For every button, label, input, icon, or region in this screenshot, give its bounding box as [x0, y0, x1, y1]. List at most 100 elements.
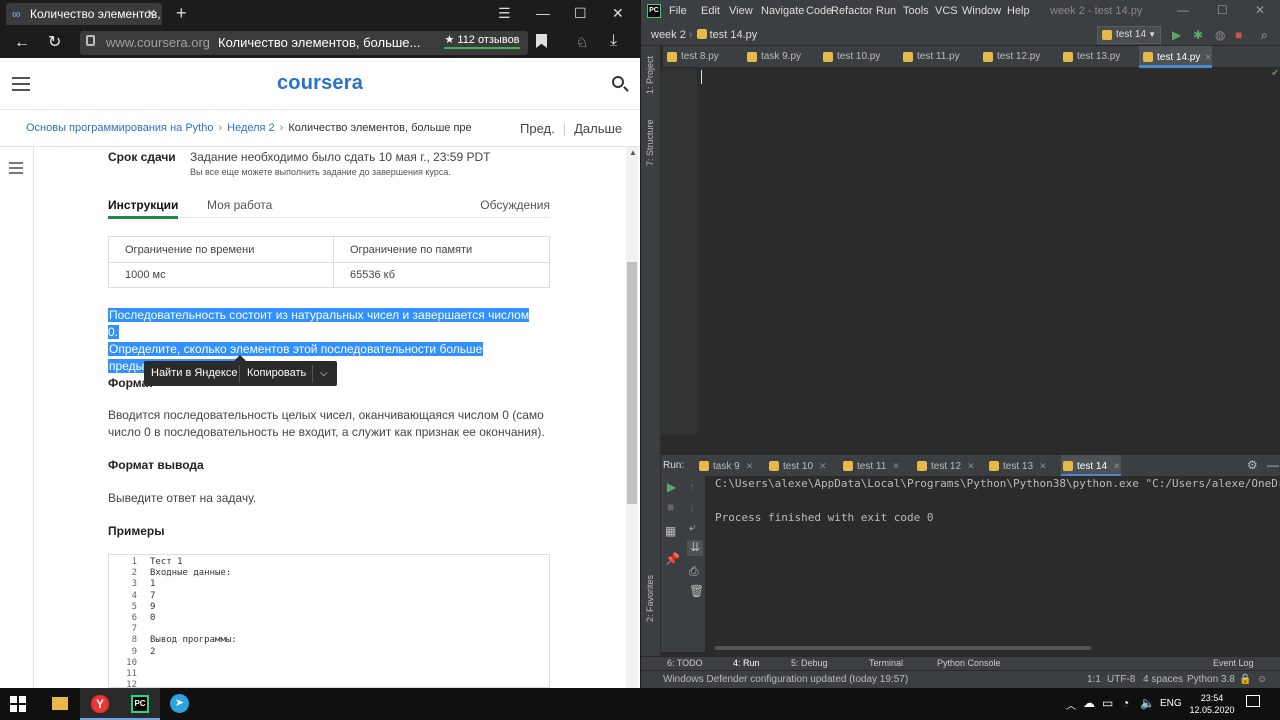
- todo-tool-button[interactable]: 6: TODO: [667, 658, 703, 668]
- code-editor[interactable]: [697, 68, 1280, 434]
- editor-tab[interactable]: test 11.py: [899, 46, 960, 68]
- close-tab-icon[interactable]: ✕: [1204, 52, 1212, 62]
- scroll-up-icon[interactable]: ↑: [689, 480, 695, 494]
- bookmark-icon[interactable]: [536, 34, 547, 48]
- breadcrumb-week[interactable]: Неделя 2: [227, 122, 275, 134]
- gear-icon[interactable]: ⚙: [1247, 458, 1258, 472]
- close-tab-icon[interactable]: ✕: [819, 461, 827, 471]
- maximize-icon[interactable]: ☐: [1217, 3, 1228, 17]
- search-icon[interactable]: ⌕: [1261, 28, 1268, 42]
- scroll-up-icon[interactable]: ▲: [629, 148, 637, 157]
- menu-item-help[interactable]: Help: [1007, 5, 1030, 17]
- run-tab[interactable]: test 10 ✕: [767, 455, 827, 477]
- scroll-down-icon[interactable]: ↓: [689, 500, 695, 514]
- menu-item-file[interactable]: File: [669, 5, 687, 17]
- project-tool-button[interactable]: 1: Project: [645, 56, 655, 94]
- python-console-tool-button[interactable]: Python Console: [937, 658, 1001, 668]
- editor-tab[interactable]: test 14.py ✕: [1139, 46, 1212, 68]
- tray-chevron-up-icon[interactable]: ︿: [1066, 697, 1076, 712]
- tab-instructions[interactable]: Инструкции: [108, 198, 179, 219]
- minimize-icon[interactable]: —: [1177, 3, 1189, 17]
- run-tab[interactable]: test 13 ✕: [987, 455, 1047, 477]
- new-tab-button[interactable]: +: [176, 4, 187, 22]
- coverage-icon[interactable]: ◍: [1215, 28, 1225, 42]
- close-window-icon[interactable]: ✕: [1255, 3, 1265, 17]
- menu-item-edit[interactable]: Edit: [701, 5, 720, 17]
- menu-item-tools[interactable]: Tools: [903, 5, 929, 17]
- reviews-badge[interactable]: ★ 112 отзывов: [444, 31, 520, 49]
- battery-icon[interactable]: ▭: [1102, 696, 1113, 710]
- menu-item-vcs[interactable]: VCS: [935, 5, 958, 17]
- breadcrumb-file[interactable]: test 14.py: [710, 29, 758, 41]
- menu-item-run[interactable]: Run: [876, 5, 896, 17]
- debug-icon[interactable]: ✱: [1193, 28, 1203, 42]
- run-tool-button[interactable]: 4: Run: [733, 658, 760, 668]
- menu-item-window[interactable]: Window: [962, 5, 1001, 17]
- favorites-tool-button[interactable]: 2: Favorites: [645, 575, 655, 622]
- browser-tab[interactable]: ∞ Количество элементов, больш ✕: [6, 3, 162, 25]
- file-encoding[interactable]: UTF-8: [1107, 674, 1135, 685]
- onedrive-icon[interactable]: ☁: [1083, 696, 1095, 710]
- input-language[interactable]: ENG: [1160, 698, 1182, 709]
- browser-menu-icon[interactable]: ☰: [498, 4, 511, 22]
- windows-start-icon[interactable]: [10, 696, 26, 712]
- reload-icon[interactable]: ↻: [48, 33, 61, 53]
- extension-icon[interactable]: ♘: [576, 34, 589, 51]
- stop-icon[interactable]: ■: [1235, 28, 1242, 42]
- menu-item-navigate[interactable]: Navigate: [761, 5, 804, 17]
- taskbar-yandex-app[interactable]: Y: [80, 688, 120, 720]
- close-tab-icon[interactable]: ✕: [147, 3, 156, 25]
- close-tab-icon[interactable]: ✕: [967, 461, 975, 471]
- inspection-ok-icon[interactable]: ✔: [1271, 68, 1279, 79]
- layout-icon[interactable]: ▦: [665, 524, 676, 538]
- close-window-icon[interactable]: ✕: [612, 4, 624, 22]
- event-log-button[interactable]: Event Log: [1213, 658, 1254, 668]
- editor-tab[interactable]: test 8.py: [663, 46, 719, 68]
- coursera-logo[interactable]: coursera: [0, 72, 640, 95]
- run-icon[interactable]: ▶: [1172, 28, 1181, 42]
- print-icon[interactable]: ⎙: [689, 564, 699, 578]
- editor-tab[interactable]: task 9.py: [743, 46, 801, 68]
- trash-icon[interactable]: 🗑: [689, 584, 704, 598]
- structure-tool-button[interactable]: 7: Structure: [645, 119, 655, 166]
- scroll-to-end-icon[interactable]: ⇊: [687, 540, 703, 556]
- pin-icon[interactable]: 📌: [665, 552, 680, 566]
- tab-discussions[interactable]: Обсуждения: [480, 198, 550, 212]
- terminal-tool-button[interactable]: Terminal: [869, 658, 903, 668]
- tab-my-work[interactable]: Моя работа: [207, 198, 272, 212]
- run-console[interactable]: C:\Users\alexe\AppData\Local\Programs\Py…: [705, 476, 1280, 652]
- run-tab[interactable]: test 12 ✕: [915, 455, 975, 477]
- caret-position[interactable]: 1:1: [1087, 674, 1101, 685]
- run-tab[interactable]: task 9 ✕: [697, 455, 753, 477]
- inspector-icon[interactable]: ☺: [1257, 674, 1267, 685]
- notifications-icon[interactable]: [1246, 695, 1260, 707]
- console-hscrollbar[interactable]: [715, 646, 1091, 650]
- taskbar-pycharm-app[interactable]: PC: [120, 688, 160, 720]
- editor-tab[interactable]: test 10.py: [819, 46, 880, 68]
- scrollbar-thumb[interactable]: [627, 262, 637, 504]
- course-outline-icon[interactable]: [9, 161, 23, 175]
- close-tab-icon[interactable]: ✕: [746, 461, 754, 471]
- find-in-yandex-button[interactable]: Найти в Яндексе: [151, 361, 237, 386]
- breadcrumb-course[interactable]: Основы программирования на Pytho: [26, 122, 213, 134]
- copy-button[interactable]: Копировать: [247, 361, 306, 386]
- editor-tab[interactable]: test 12.py: [979, 46, 1040, 68]
- stop-icon[interactable]: ■: [667, 500, 674, 514]
- chevron-down-icon[interactable]: ⌵: [320, 361, 328, 386]
- maximize-icon[interactable]: ☐: [574, 4, 587, 22]
- minimize-icon[interactable]: —: [536, 4, 550, 22]
- menu-item-code[interactable]: Code: [806, 5, 832, 17]
- menu-item-view[interactable]: View: [729, 5, 753, 17]
- next-button[interactable]: Дальше: [574, 121, 622, 136]
- taskbar-telegram-app[interactable]: ➤: [160, 688, 200, 720]
- back-arrow-icon[interactable]: ←: [14, 33, 30, 53]
- debug-tool-button[interactable]: 5: Debug: [791, 658, 828, 668]
- close-tab-icon[interactable]: ✕: [892, 461, 900, 471]
- wifi-icon[interactable]: ◔: [1122, 696, 1129, 710]
- indent-setting[interactable]: 4 spaces: [1143, 674, 1183, 685]
- volume-icon[interactable]: 🔈: [1140, 696, 1155, 710]
- search-icon[interactable]: [612, 76, 624, 88]
- taskbar-explorer-app[interactable]: [40, 688, 80, 720]
- lock-icon[interactable]: 🔒: [1239, 674, 1251, 685]
- interpreter-setting[interactable]: Python 3.8: [1187, 674, 1235, 685]
